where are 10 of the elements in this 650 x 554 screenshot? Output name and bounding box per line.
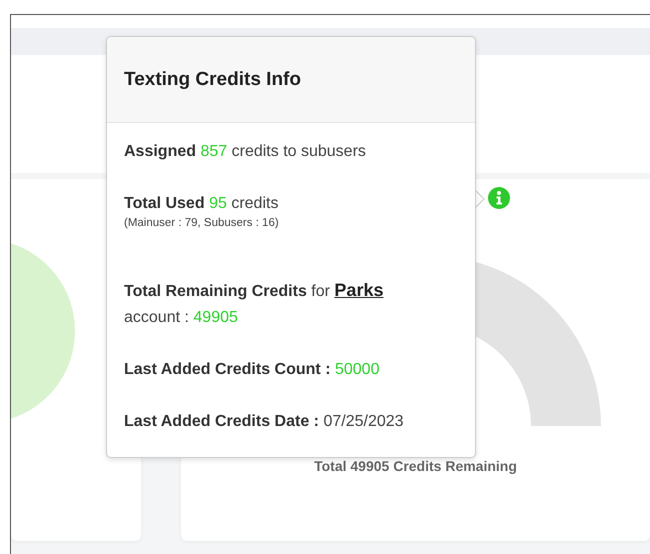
info-line: Total Remaining Credits for Parks account : 49905	[124, 279, 384, 328]
info-line: Last Added Credits Count : 50000	[124, 360, 380, 380]
info-line: Last Added Credits Date : 07/25/2023	[124, 412, 405, 432]
info-icon[interactable]	[488, 187, 510, 209]
info-line: Assigned 857 credits to subusers	[124, 142, 367, 162]
usage-note: (Mainuser : 79, Subusers : 16)	[124, 217, 280, 229]
info-line: Total Used 95 credits	[124, 194, 280, 214]
gauge-caption: Total 49905 Credits Remaining	[314, 458, 517, 474]
popover-title: Texting Credits Info	[124, 68, 301, 90]
account-link[interactable]: Parks	[334, 280, 384, 300]
